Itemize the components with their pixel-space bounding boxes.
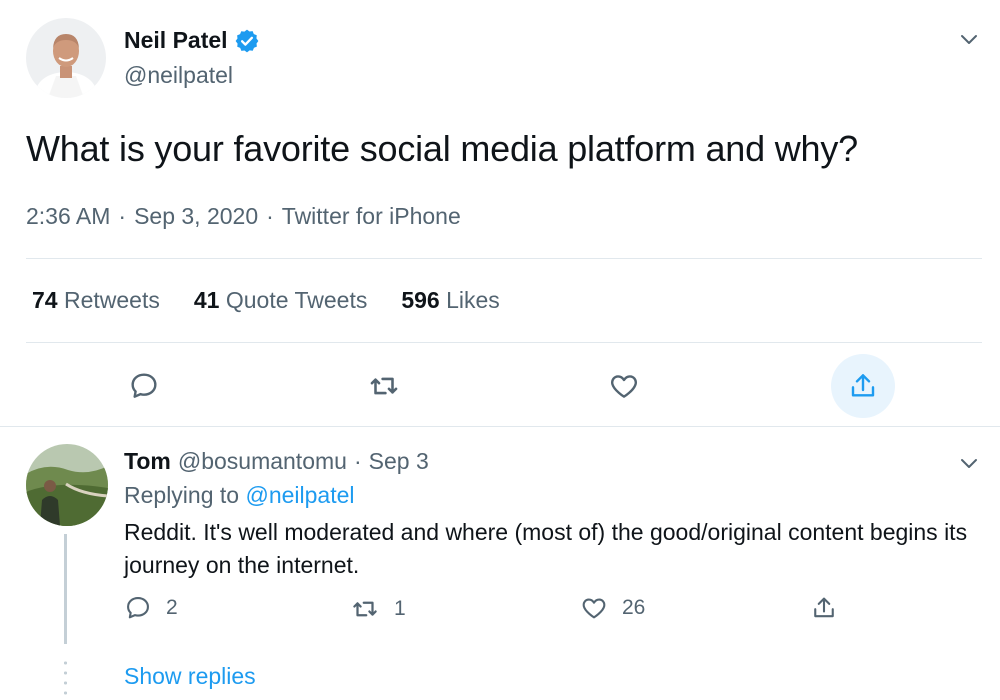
tweet-date[interactable]: Sep 3, 2020 (134, 203, 258, 230)
reply-date[interactable]: Sep 3 (369, 448, 429, 475)
retweet-arrows-icon (370, 377, 398, 395)
share-upload-icon (814, 597, 834, 618)
show-replies-link[interactable]: Show replies (124, 663, 256, 690)
likes-label: Likes (446, 287, 500, 313)
quotes-count: 41 (193, 287, 220, 313)
retweets-stat[interactable]: 74 Retweets (32, 287, 160, 314)
divider (0, 426, 1000, 427)
verified-badge-icon (234, 28, 260, 54)
reply-retweet-button[interactable]: 1 (350, 594, 406, 624)
speech-bubble-icon (127, 597, 149, 619)
reply-actions: 2 1 26 (124, 594, 884, 630)
chevron-down-icon[interactable] (958, 452, 980, 474)
speech-bubble-icon (131, 373, 157, 398)
divider (26, 342, 982, 343)
thread-dots (64, 658, 67, 698)
retweet-button[interactable] (352, 354, 416, 418)
avatar[interactable] (26, 444, 108, 526)
reply-reply-button[interactable]: 2 (124, 594, 178, 622)
share-button[interactable] (831, 354, 895, 418)
author-name[interactable]: Neil Patel (124, 27, 228, 54)
heart-icon (611, 375, 637, 398)
share-upload-icon (851, 374, 875, 397)
replying-to: Replying to @neilpatel (124, 482, 355, 509)
like-button[interactable] (592, 354, 656, 418)
reply-button[interactable] (112, 354, 176, 418)
replying-to-prefix: Replying to (124, 482, 240, 508)
quotes-label: Quote Tweets (225, 287, 368, 313)
tweet-stats: 74 Retweets 41 Quote Tweets 596 Likes (32, 287, 500, 314)
quote-tweets-stat[interactable]: 41 Quote Tweets (194, 287, 367, 314)
tweet-actions (0, 354, 1000, 418)
tweet-time[interactable]: 2:36 AM (26, 203, 110, 230)
tweet-source[interactable]: Twitter for iPhone (282, 203, 461, 230)
author-name-row: Neil Patel (124, 27, 260, 54)
like-count: 26 (622, 596, 646, 619)
retweet-count: 1 (394, 597, 406, 620)
tweet-text: What is your favorite social media platf… (26, 128, 858, 169)
reply-text: Reddit. It's well moderated and where (m… (124, 519, 968, 578)
likes-stat[interactable]: 596 Likes (401, 287, 499, 314)
reply-author-handle[interactable]: @bosumantomu (178, 448, 347, 475)
author-handle[interactable]: @neilpatel (124, 62, 233, 89)
reply-like-button[interactable]: 26 (580, 594, 645, 622)
divider (26, 258, 982, 259)
retweet-arrows-icon (353, 601, 377, 617)
heart-icon (582, 598, 606, 619)
reply-share-button[interactable] (810, 594, 838, 622)
reply-author-name[interactable]: Tom (124, 448, 171, 475)
thread-line (64, 534, 67, 644)
chevron-down-icon[interactable] (958, 28, 980, 50)
reply-tweet[interactable]: Tom @bosumantomu · Sep 3 Replying to @ne… (0, 430, 1000, 700)
replying-to-mention[interactable]: @neilpatel (245, 482, 354, 508)
tweet-meta: 2:36 AM · Sep 3, 2020 · Twitter for iPho… (26, 203, 461, 230)
retweets-label: Retweets (63, 287, 160, 313)
reply-header: Tom @bosumantomu · Sep 3 (124, 448, 429, 475)
meta-separator: · (118, 203, 127, 229)
main-tweet: Neil Patel @neilpatel What is your favor… (0, 0, 1000, 428)
meta-separator: · (266, 203, 274, 229)
reply-count: 2 (166, 596, 178, 619)
meta-separator: · (353, 448, 362, 474)
retweets-count: 74 (32, 287, 58, 313)
avatar[interactable] (26, 18, 106, 98)
likes-count: 596 (401, 287, 440, 313)
